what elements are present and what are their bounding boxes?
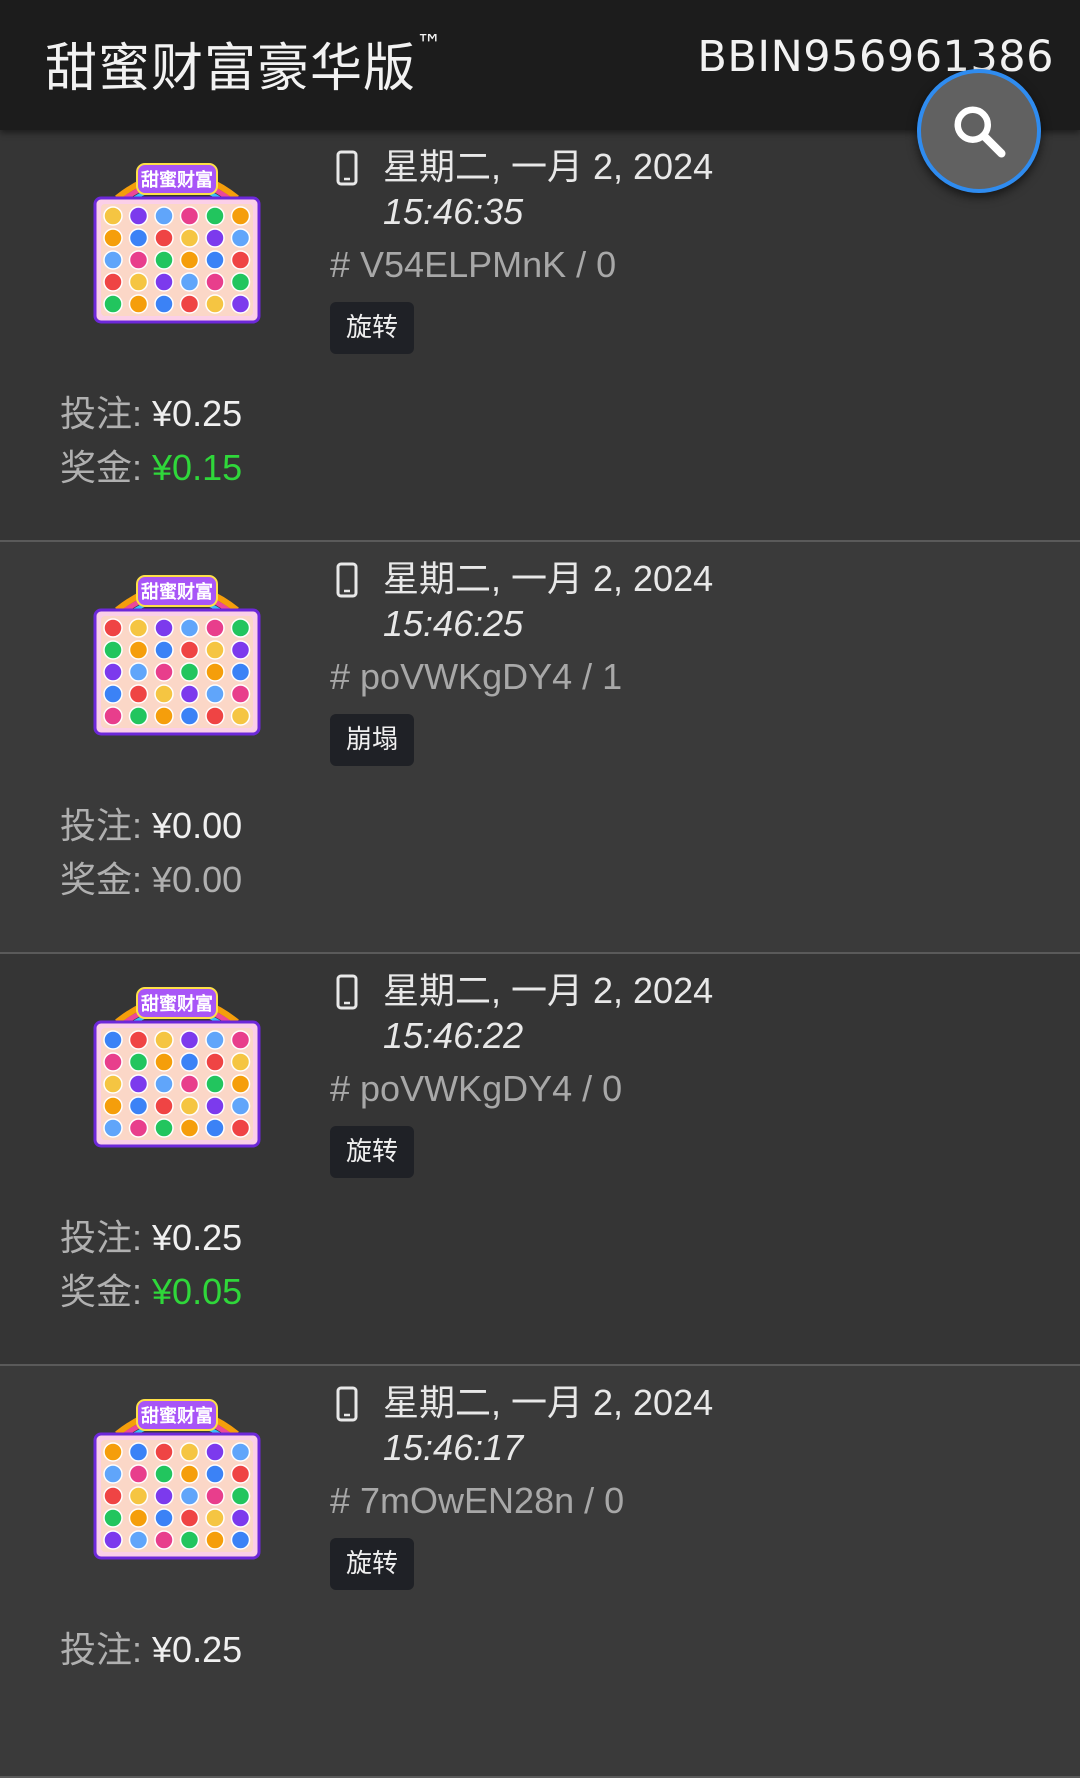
record-time: 15:46:17	[383, 1427, 524, 1468]
bet-amount: 投注: ¥0.25	[60, 1629, 243, 1670]
win-amount: 奖金: ¥0.00	[60, 859, 243, 900]
game-thumbnail-icon: 甜蜜财富	[93, 575, 261, 736]
history-record[interactable]: 甜蜜财富 星期二, 一月 2, 2024 15:46:17 # 7mOwEN28…	[0, 1366, 1080, 1778]
mobile-phone-icon	[336, 562, 358, 598]
mobile-phone-icon	[336, 150, 358, 186]
round-id: # poVWKgDY4 / 0	[330, 1068, 623, 1109]
history-list: 甜蜜财富 星期二, 一月 2, 2024 15:46:35 # V54ELPMn…	[0, 130, 1080, 1778]
round-type-badge: 旋转	[330, 1126, 414, 1178]
record-date: 星期二, 一月 2, 2024	[383, 1382, 714, 1423]
game-title: 甜蜜财富豪华版™	[45, 30, 444, 99]
search-button[interactable]	[917, 69, 1041, 193]
win-amount: 奖金: ¥0.05	[60, 1271, 243, 1312]
bet-amount: 投注: ¥0.00	[60, 805, 243, 846]
round-type-badge: 崩塌	[330, 714, 414, 766]
record-time: 15:46:22	[383, 1015, 524, 1056]
record-time: 15:46:25	[383, 603, 524, 644]
record-date: 星期二, 一月 2, 2024	[383, 558, 714, 599]
round-id: # 7mOwEN28n / 0	[330, 1480, 625, 1521]
win-amount: 奖金: ¥0.15	[60, 447, 243, 488]
svg-text:甜蜜财富: 甜蜜财富	[141, 1405, 213, 1427]
svg-text:甜蜜财富: 甜蜜财富	[141, 169, 213, 191]
round-id: # poVWKgDY4 / 1	[330, 656, 623, 697]
mobile-phone-icon	[336, 974, 358, 1010]
game-thumbnail-icon: 甜蜜财富	[93, 987, 261, 1148]
record-date: 星期二, 一月 2, 2024	[383, 146, 714, 187]
bet-amount: 投注: ¥0.25	[60, 393, 243, 434]
app-header: 甜蜜财富豪华版™ BBIN956961386	[0, 0, 1080, 130]
game-thumbnail-icon: 甜蜜财富	[93, 1399, 261, 1560]
svg-text:甜蜜财富: 甜蜜财富	[141, 581, 213, 603]
game-thumbnail-icon: 甜蜜财富	[93, 163, 261, 324]
record-time: 15:46:35	[383, 191, 524, 232]
record-date: 星期二, 一月 2, 2024	[383, 970, 714, 1011]
search-icon	[954, 106, 1006, 158]
round-type-badge: 旋转	[330, 302, 414, 354]
history-record[interactable]: 甜蜜财富 星期二, 一月 2, 2024 15:46:35 # V54ELPMn…	[0, 130, 1080, 542]
round-id: # V54ELPMnK / 0	[330, 244, 617, 285]
mobile-phone-icon	[336, 1386, 358, 1422]
history-record[interactable]: 甜蜜财富 星期二, 一月 2, 2024 15:46:22 # poVWKgDY…	[0, 954, 1080, 1366]
bet-amount: 投注: ¥0.25	[60, 1217, 243, 1258]
svg-text:甜蜜财富: 甜蜜财富	[141, 993, 213, 1015]
history-record[interactable]: 甜蜜财富 星期二, 一月 2, 2024 15:46:25 # poVWKgDY…	[0, 542, 1080, 954]
round-type-badge: 旋转	[330, 1538, 414, 1590]
